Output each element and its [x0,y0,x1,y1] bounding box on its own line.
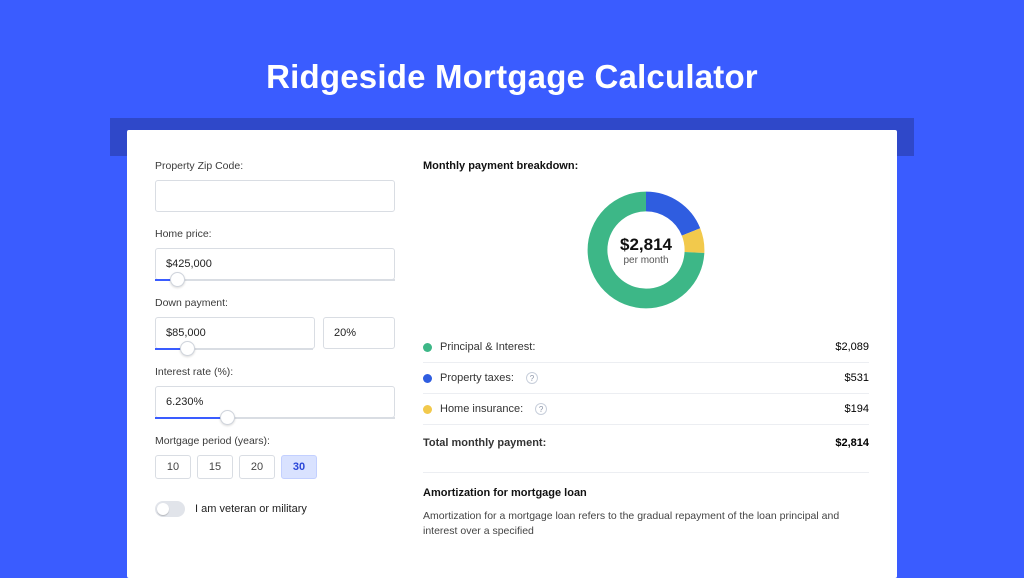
home-price-block: Home price: [155,228,395,281]
home-price-slider[interactable] [155,279,395,281]
interest-block: Interest rate (%): [155,366,395,419]
period-option-15[interactable]: 15 [197,455,233,479]
interest-slider[interactable] [155,417,395,419]
payment-donut-chart: $2,814 per month [582,186,710,314]
period-option-10[interactable]: 10 [155,455,191,479]
legend-value: $2,089 [835,341,869,353]
zip-input[interactable] [155,180,395,212]
period-option-20[interactable]: 20 [239,455,275,479]
period-options: 10152030 [155,455,395,479]
legend-value: $194 [845,403,869,415]
down-payment-slider[interactable] [155,348,313,350]
legend-label: Home insurance: [440,403,523,415]
home-price-input[interactable] [155,248,395,280]
legend-dot [423,374,432,383]
help-icon[interactable]: ? [526,372,538,384]
legend-dot [423,405,432,414]
donut-center-value: $2,814 [620,235,672,255]
down-payment-label: Down payment: [155,297,395,309]
veteran-row: I am veteran or military [155,501,395,517]
period-label: Mortgage period (years): [155,435,395,447]
legend-label: Property taxes: [440,372,514,384]
down-payment-block: Down payment: [155,297,395,350]
period-option-30[interactable]: 30 [281,455,317,479]
down-payment-percent-input[interactable] [323,317,395,349]
interest-input[interactable] [155,386,395,418]
legend-value: $531 [845,372,869,384]
legend-row: Principal & Interest: $2,089 [423,332,869,363]
help-icon[interactable]: ? [535,403,547,415]
interest-label: Interest rate (%): [155,366,395,378]
zip-label: Property Zip Code: [155,160,395,172]
zip-block: Property Zip Code: [155,160,395,212]
total-row: Total monthly payment: $2,814 [423,425,869,458]
breakdown-column: Monthly payment breakdown: $2,814 per mo… [423,160,869,538]
form-column: Property Zip Code: Home price: Down paym… [155,160,395,538]
period-block: Mortgage period (years): 10152030 [155,435,395,479]
home-price-label: Home price: [155,228,395,240]
legend-row: Home insurance:? $194 [423,394,869,425]
total-value: $2,814 [835,437,869,449]
veteran-label: I am veteran or military [195,503,307,515]
veteran-toggle[interactable] [155,501,185,517]
down-payment-amount-input[interactable] [155,317,315,349]
legend-label: Principal & Interest: [440,341,535,353]
amortization-section: Amortization for mortgage loan Amortizat… [423,472,869,538]
breakdown-title: Monthly payment breakdown: [423,160,869,172]
amortization-title: Amortization for mortgage loan [423,487,869,499]
donut-center-sub: per month [623,255,668,266]
page-title: Ridgeside Mortgage Calculator [0,0,1024,118]
legend-dot [423,343,432,352]
total-label: Total monthly payment: [423,437,546,449]
legend-row: Property taxes:? $531 [423,363,869,394]
amortization-text: Amortization for a mortgage loan refers … [423,509,869,538]
calculator-panel: Property Zip Code: Home price: Down paym… [127,130,897,578]
